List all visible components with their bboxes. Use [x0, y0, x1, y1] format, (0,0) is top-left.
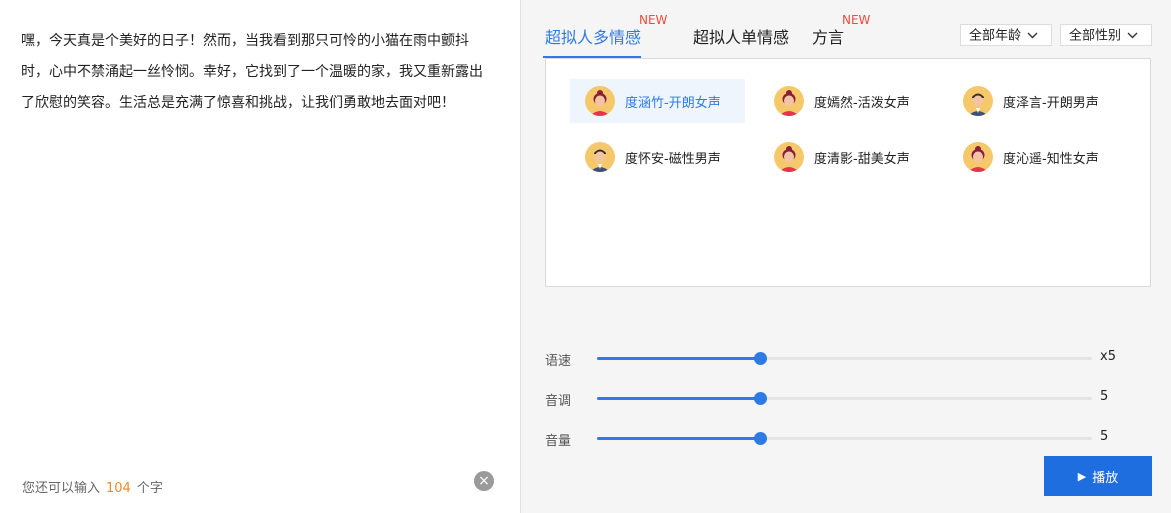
female-avatar-icon [774, 142, 804, 172]
text-editor-panel: 嘿，今天真是个美好的日子！然而，当我看到那只可怜的小猫在雨中颤抖 时，心中不禁涌… [0, 0, 520, 513]
slider-fill [597, 397, 761, 400]
chevron-down-icon [1027, 25, 1038, 47]
counter-suffix: 个字 [136, 481, 163, 496]
voice-label: 度清影-甜美女声 [814, 151, 910, 167]
new-badge: NEW [639, 13, 668, 27]
volume-slider[interactable] [597, 432, 1092, 445]
speed-value: x5 [1100, 349, 1116, 364]
slider-fill [597, 437, 761, 440]
tab-label: 超拟人单情感 [693, 28, 790, 47]
volume-label: 音量 [545, 434, 572, 449]
char-counter: 您还可以输入 104 个字 [22, 477, 163, 496]
speed-slider-row: 语速 x5 [545, 348, 1145, 369]
tab-single-emotion[interactable]: 超拟人单情感 [693, 24, 789, 48]
voice-item[interactable]: 度涵竹-开朗女声 [570, 79, 745, 123]
slider-thumb[interactable] [753, 352, 767, 365]
tab-label: 方言 [812, 28, 845, 47]
voice-item[interactable]: 度怀安-磁性男声 [570, 135, 750, 179]
slider-fill [597, 357, 761, 360]
tts-app: 嘿，今天真是个美好的日子！然而，当我看到那只可怜的小猫在雨中颤抖 时，心中不禁涌… [0, 0, 1171, 513]
female-avatar-icon [585, 86, 615, 116]
pitch-label: 音调 [545, 394, 572, 409]
female-avatar-icon [774, 86, 804, 116]
play-button[interactable]: ▶ 播放 [1044, 456, 1152, 496]
age-filter-select[interactable]: 全部年龄 [960, 24, 1052, 46]
tab-multi-emotion[interactable]: 超拟人多情感 [545, 24, 641, 48]
counter-value: 104 [106, 481, 131, 496]
tab-label: 超拟人多情感 [545, 28, 642, 47]
gender-filter-value: 全部性别 [1069, 28, 1122, 44]
voice-label: 度嫣然-活泼女声 [814, 95, 910, 111]
slider-thumb[interactable] [753, 392, 767, 405]
slider-thumb[interactable] [753, 432, 767, 445]
voice-label: 度怀安-磁性男声 [625, 151, 721, 167]
voice-label: 度沁遥-知性女声 [1003, 151, 1099, 167]
tab-dialect[interactable]: 方言 [812, 24, 844, 48]
play-label: 播放 [1092, 469, 1119, 485]
speed-slider[interactable] [597, 352, 1092, 365]
voice-category-tabs: 超拟人多情感 NEW 超拟人单情感 方言 NEW 全部年龄 全部性别 [521, 0, 1171, 58]
pitch-slider[interactable] [597, 392, 1092, 405]
pitch-value: 5 [1100, 389, 1109, 404]
pitch-slider-row: 音调 5 [545, 388, 1145, 409]
voice-item[interactable]: 度嫣然-活泼女声 [759, 79, 939, 123]
play-icon: ▶ [1077, 470, 1087, 483]
voice-list: 度涵竹-开朗女声 度嫣然-活泼女声 度泽言-开朗男声 度怀安-磁性男声 度清影-… [545, 58, 1151, 287]
speed-label: 语速 [545, 354, 572, 369]
counter-prefix: 您还可以输入 [22, 481, 101, 496]
age-filter-value: 全部年龄 [969, 28, 1022, 44]
gender-filter-select[interactable]: 全部性别 [1060, 24, 1152, 46]
male-avatar-icon [585, 142, 615, 172]
clear-text-button[interactable]: × [474, 471, 494, 491]
female-avatar-icon [963, 142, 993, 172]
voice-item[interactable]: 度泽言-开朗男声 [948, 79, 1128, 123]
voice-settings-panel: 超拟人多情感 NEW 超拟人单情感 方言 NEW 全部年龄 全部性别 度涵竹-开… [521, 0, 1171, 513]
male-avatar-icon [963, 86, 993, 116]
voice-label: 度涵竹-开朗女声 [625, 95, 721, 111]
text-input[interactable]: 嘿，今天真是个美好的日子！然而，当我看到那只可怜的小猫在雨中颤抖 时，心中不禁涌… [21, 26, 491, 119]
new-badge: NEW [842, 13, 871, 27]
volume-slider-row: 音量 5 [545, 428, 1145, 449]
volume-value: 5 [1100, 429, 1109, 444]
voice-item[interactable]: 度清影-甜美女声 [759, 135, 939, 179]
voice-item[interactable]: 度沁遥-知性女声 [948, 135, 1128, 179]
voice-label: 度泽言-开朗男声 [1003, 95, 1099, 111]
chevron-down-icon [1127, 25, 1138, 47]
close-icon: × [478, 473, 490, 489]
